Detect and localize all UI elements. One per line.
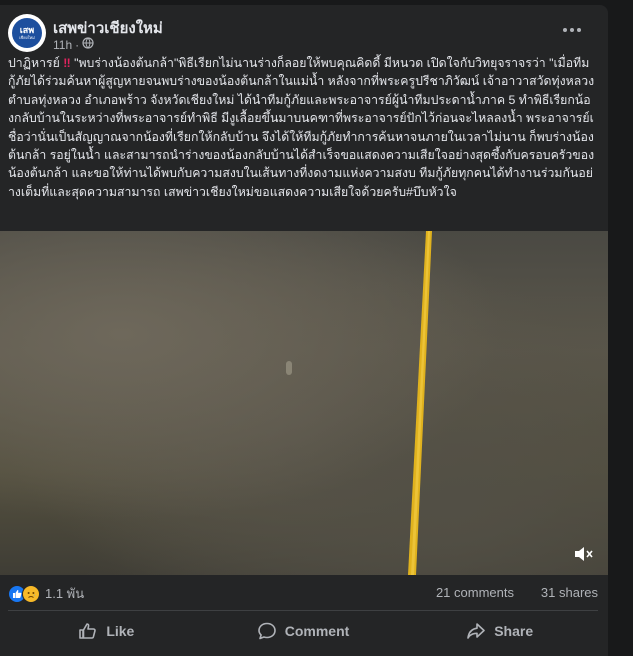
video-speck <box>286 361 292 375</box>
comment-label: Comment <box>284 623 350 639</box>
post-time[interactable]: 11h <box>53 38 72 52</box>
globe-icon <box>82 37 94 52</box>
more-dots-icon[interactable] <box>560 20 584 44</box>
post-card: เสพ เชียงใหม่ เสพข่าวเชียงใหม่ 11h · ปาฏ… <box>0 5 608 656</box>
share-label: Share <box>494 623 534 639</box>
post-actions: Like Comment Share <box>8 613 598 649</box>
comment-button[interactable]: Comment <box>205 613 402 649</box>
post-text: "พบร่างน้องต้นกล้า"พิธีเรียกไม่นานร่างก็… <box>8 56 595 199</box>
yellow-pole <box>408 231 432 575</box>
speaker-muted-icon[interactable] <box>572 543 594 565</box>
share-button[interactable]: Share <box>401 613 598 649</box>
sad-face-icon <box>22 584 40 603</box>
video-player[interactable] <box>0 231 608 575</box>
like-label: Like <box>106 623 135 639</box>
action-divider <box>8 610 598 611</box>
avatar[interactable]: เสพ เชียงใหม่ <box>8 14 46 52</box>
thumbs-up-outline-icon <box>79 623 97 639</box>
logo-text: เสพ <box>19 25 35 35</box>
meta-separator: · <box>75 37 80 52</box>
post-intro: ปาฏิหารย์ <box>8 56 60 70</box>
double-exclamation-icon: ‼ <box>63 56 71 70</box>
speech-bubble-icon <box>257 622 276 640</box>
post-header: เสพ เชียงใหม่ เสพข่าวเชียงใหม่ 11h · <box>8 14 608 58</box>
logo-subtext: เชียงใหม่ <box>19 35 35 40</box>
like-button[interactable]: Like <box>8 613 205 649</box>
shares-count[interactable]: 31 shares <box>541 585 598 600</box>
comments-count[interactable]: 21 comments <box>436 585 514 600</box>
share-arrow-icon <box>467 623 486 639</box>
post-body: ปาฏิหารย์ ‼ "พบร่างน้องต้นกล้า"พิธีเรียก… <box>8 54 596 201</box>
post-stats: 1.1 พัน 21 comments 31 shares <box>8 583 598 603</box>
reactions-summary[interactable]: 1.1 พัน <box>8 583 84 604</box>
page-logo: เสพ เชียงใหม่ <box>12 18 42 48</box>
post-meta: 11h · <box>53 37 94 52</box>
reaction-count[interactable]: 1.1 พัน <box>45 583 84 604</box>
hashtag-link[interactable]: #บึบหัวใจ <box>406 185 457 199</box>
